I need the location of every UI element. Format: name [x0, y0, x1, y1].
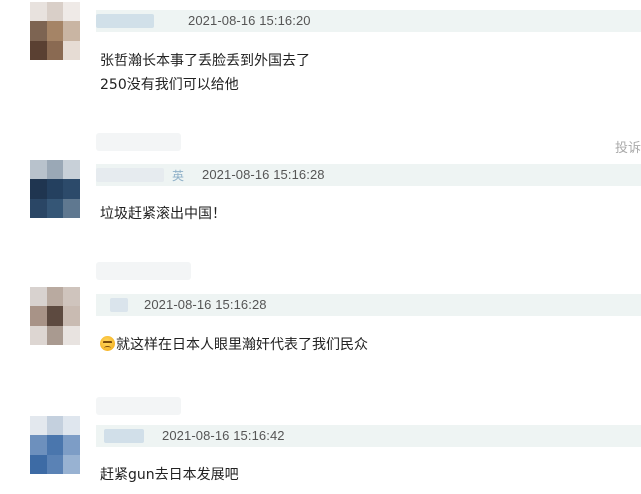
username-blurred[interactable]: [110, 298, 128, 312]
comment-timestamp: 2021-08-16 15:16:28: [202, 167, 325, 182]
comment-meta-bar: 英 2021-08-16 15:16:28: [96, 164, 641, 186]
comment-timestamp: 2021-08-16 15:16:20: [188, 13, 311, 28]
comment-line: 250没有我们可以给他: [100, 77, 239, 93]
comment-text: 赶紧gun去日本发展吧: [100, 463, 239, 487]
comment-line: 就这样在日本人眼里瀚奸代表了我们民众: [100, 333, 368, 357]
comment-text: 张哲瀚长本事了丢脸丢到外国去了 250没有我们可以给他: [100, 49, 310, 97]
comment-text: 垃圾赶紧滚出中国！: [100, 202, 226, 226]
comment-meta-bar: 2021-08-16 15:16:42: [96, 425, 641, 447]
report-link[interactable]: 投诉: [615, 137, 641, 156]
username-blurred[interactable]: [96, 168, 164, 182]
comment-line: 赶紧gun去日本发展吧: [100, 467, 239, 483]
username-tail[interactable]: 英: [172, 167, 184, 184]
username-blurred[interactable]: [104, 429, 144, 443]
username-blurred[interactable]: [96, 262, 191, 280]
avatar[interactable]: [30, 416, 80, 474]
comment-timestamp: 2021-08-16 15:16:42: [162, 428, 285, 443]
username-blurred[interactable]: [96, 133, 181, 151]
comment-timestamp: 2021-08-16 15:16:28: [144, 297, 267, 312]
username-blurred[interactable]: [96, 14, 154, 28]
comment-meta-bar: 2021-08-16 15:16:20: [96, 10, 641, 32]
comment-line-text: 就这样在日本人眼里瀚奸代表了我们民众: [116, 337, 368, 353]
sad-face-icon: [100, 336, 115, 351]
comment-text: 就这样在日本人眼里瀚奸代表了我们民众: [100, 333, 368, 357]
comment-line: 张哲瀚长本事了丢脸丢到外国去了: [100, 53, 310, 69]
avatar[interactable]: [30, 287, 80, 345]
avatar[interactable]: [30, 2, 80, 60]
comment-line: 垃圾赶紧滚出中国！: [100, 206, 226, 222]
comment-meta-bar: 2021-08-16 15:16:28: [96, 294, 641, 316]
username-blurred[interactable]: [96, 397, 181, 415]
avatar[interactable]: [30, 160, 80, 218]
